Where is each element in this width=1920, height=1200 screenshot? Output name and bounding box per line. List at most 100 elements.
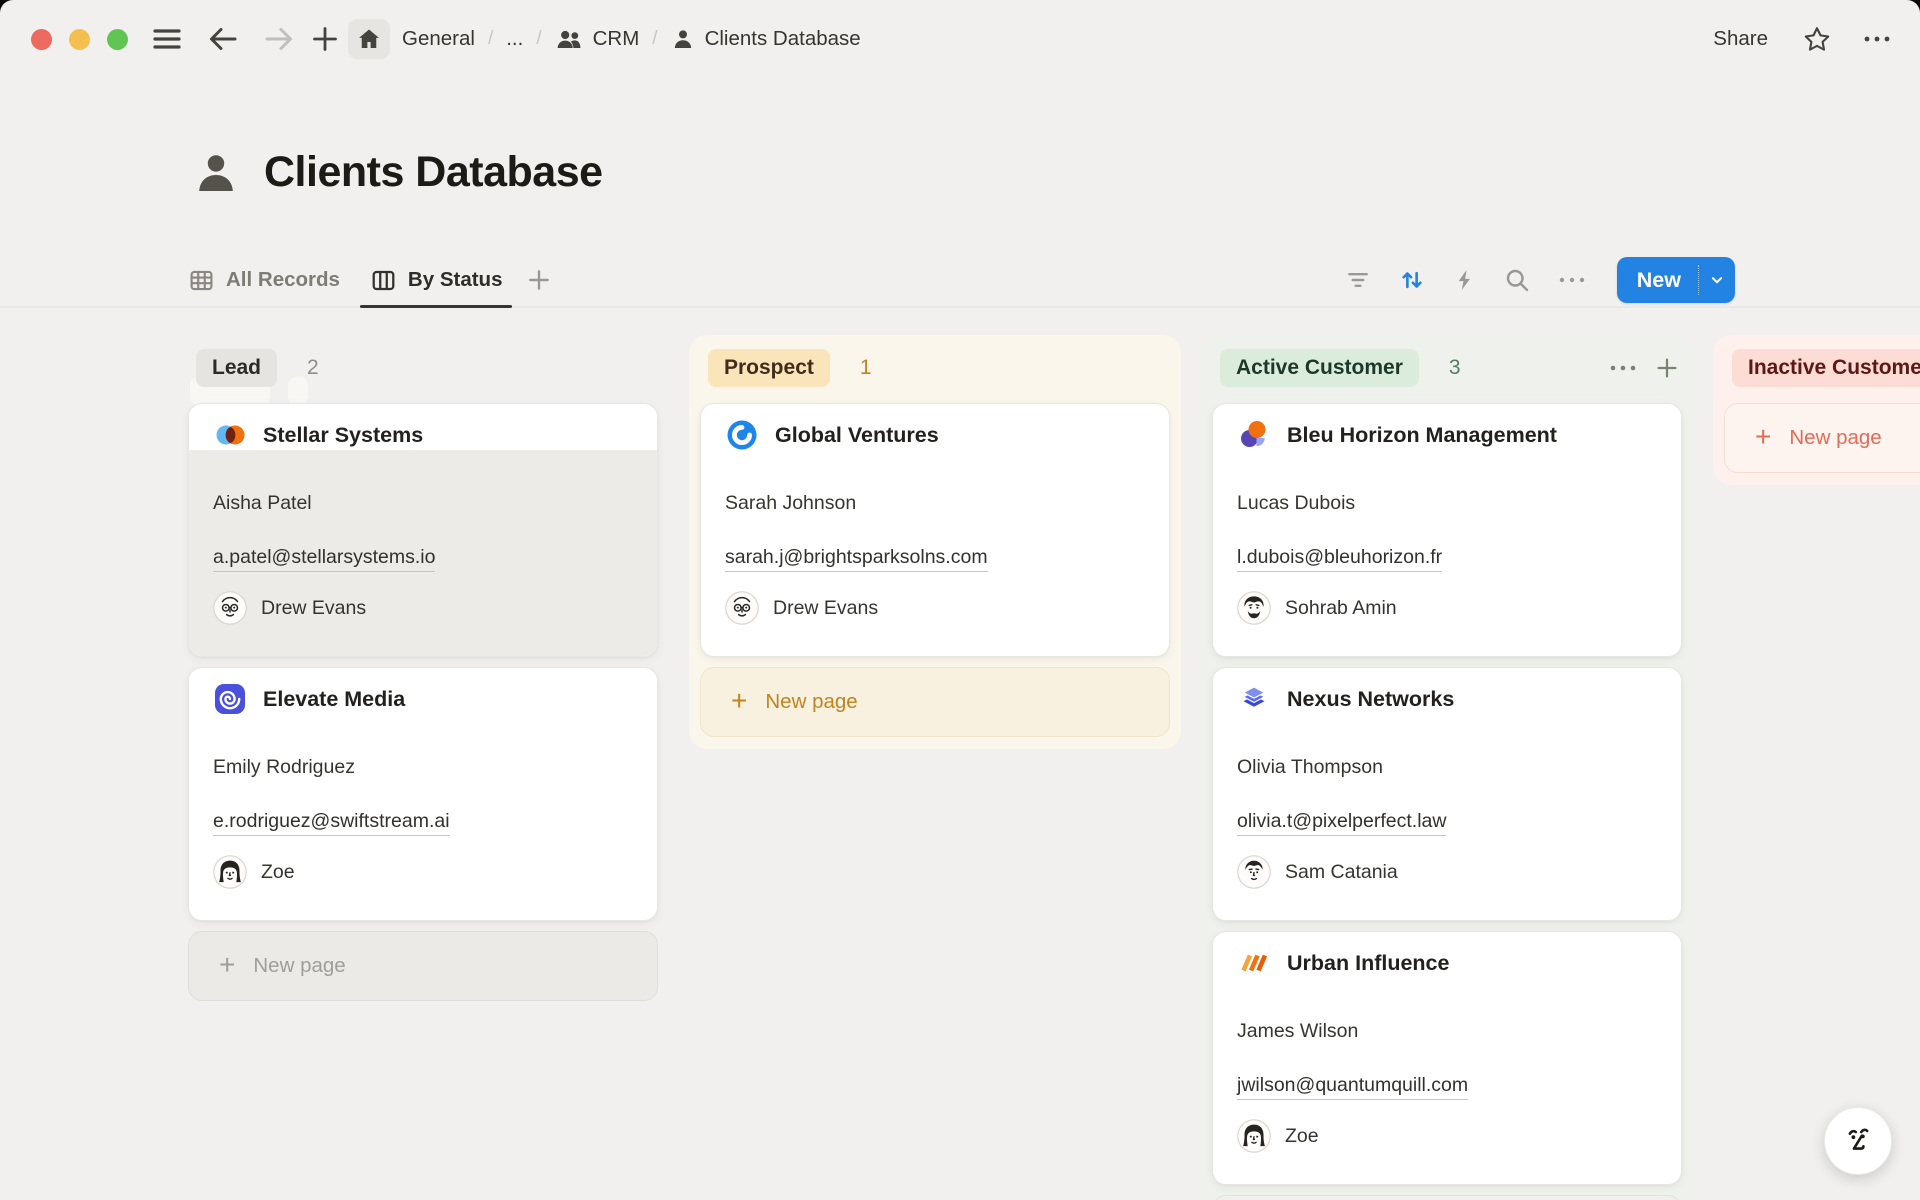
tab-label: By Status xyxy=(408,268,503,292)
view-settings-button[interactable] xyxy=(1556,266,1588,294)
spiral-square-icon xyxy=(213,682,247,716)
sam-catania-avatar xyxy=(1237,855,1271,889)
email-text[interactable]: sarah.j@brightsparksolns.com xyxy=(725,546,988,572)
minimize-window-button[interactable] xyxy=(69,29,90,50)
new-button-label: New xyxy=(1617,268,1698,293)
breadcrumb-label: Clients Database xyxy=(705,27,861,51)
zoom-window-button[interactable] xyxy=(107,29,128,50)
status-badge-prospect[interactable]: Prospect xyxy=(708,349,830,387)
new-button-dropdown[interactable] xyxy=(1698,265,1735,295)
add-view-button[interactable] xyxy=(526,267,552,293)
filter-icon xyxy=(1344,266,1372,294)
email-text[interactable]: a.patel@stellarsystems.io xyxy=(213,546,435,572)
kanban-board: Lead2 Stellar SystemsAisha Patela.patel@s… xyxy=(188,345,1920,1200)
column-header-lead: Lead2 xyxy=(188,345,658,391)
orb-duo-icon xyxy=(1237,418,1271,452)
card-bleu-horizon-management[interactable]: Bleu Horizon ManagementLucas Duboisl.dub… xyxy=(1212,403,1682,657)
notion-window: General / ... / CRM / xyxy=(0,0,1920,1200)
more-options-button[interactable] xyxy=(1860,24,1894,54)
card-urban-influence[interactable]: Urban InfluenceJames Wilsonjwilson@quant… xyxy=(1212,931,1682,1185)
breadcrumb-item-clients-database[interactable]: Clients Database xyxy=(671,27,861,51)
card-owner-name: Zoe xyxy=(261,861,295,884)
layer-stack-icon xyxy=(1237,682,1271,716)
status-badge-inactive-customer[interactable]: Inactive Customer xyxy=(1732,349,1920,387)
email-text[interactable]: olivia.t@pixelperfect.law xyxy=(1237,810,1446,836)
card-company-name: Urban Influence xyxy=(1287,951,1449,976)
close-window-button[interactable] xyxy=(31,29,52,50)
spiral-square-icon xyxy=(213,682,247,716)
home-icon xyxy=(356,26,382,52)
card-owner-row: Zoe xyxy=(1237,1116,1657,1156)
card-global-ventures[interactable]: Global VenturesSarah Johnsonsarah.j@brig… xyxy=(700,403,1170,657)
view-actions-toolbar: New xyxy=(1344,252,1735,308)
column-more-button[interactable] xyxy=(1606,351,1640,385)
new-page-button-prospect[interactable]: +New page xyxy=(700,667,1170,737)
automations-button[interactable] xyxy=(1452,266,1478,294)
sort-button[interactable] xyxy=(1397,265,1427,295)
star-icon xyxy=(1802,24,1832,54)
breadcrumb-separator: / xyxy=(652,28,657,50)
share-button[interactable]: Share xyxy=(1707,23,1774,55)
filter-button[interactable] xyxy=(1344,266,1372,294)
back-button[interactable] xyxy=(202,19,244,59)
tab-label: All Records xyxy=(226,268,340,292)
tab-by-status[interactable]: By Status xyxy=(358,252,515,308)
breadcrumb-item-ellipsis[interactable]: ... xyxy=(506,27,523,51)
card-owner-row: Drew Evans xyxy=(213,588,633,628)
card-elevate-media[interactable]: Elevate MediaEmily Rodrigueze.rodriguez@… xyxy=(188,667,658,921)
board-column-prospect: Prospect 1 Global VenturesSarah Johnsonsar… xyxy=(700,345,1170,737)
new-page-button-active-customer[interactable]: +New page xyxy=(1212,1195,1682,1200)
column-count: 1 xyxy=(860,356,872,380)
column-more-icon xyxy=(1606,351,1640,385)
column-actions xyxy=(1606,351,1682,385)
new-page-button-inactive-customer[interactable]: + New page xyxy=(1724,403,1920,473)
sort-arrows-icon xyxy=(1397,265,1427,295)
card-owner-row: Zoe xyxy=(213,852,633,892)
email-text[interactable]: e.rodriguez@swiftstream.ai xyxy=(213,810,450,836)
status-badge-active-customer[interactable]: Active Customer xyxy=(1220,349,1419,387)
breadcrumb: General / ... / CRM / xyxy=(402,0,861,78)
person-icon xyxy=(192,149,240,197)
column-header-inactive-customer: Inactive Customer xyxy=(1724,345,1920,391)
window-controls xyxy=(31,29,128,50)
forward-button[interactable] xyxy=(258,19,300,59)
email-text[interactable]: jwilson@quantumquill.com xyxy=(1237,1074,1468,1100)
zoe-avatar xyxy=(1237,1119,1271,1153)
lightning-icon xyxy=(1452,266,1478,294)
plus-icon: + xyxy=(1755,423,1771,451)
status-badge-lead[interactable]: Lead xyxy=(196,349,277,387)
new-tab-button[interactable] xyxy=(304,19,346,59)
search-button[interactable] xyxy=(1503,266,1531,294)
card-nexus-networks[interactable]: Nexus NetworksOlivia Thompsonolivia.t@pi… xyxy=(1212,667,1682,921)
notion-ai-button[interactable] xyxy=(1824,1107,1892,1175)
orb-duo-icon xyxy=(1237,418,1271,452)
breadcrumb-item-crm[interactable]: CRM xyxy=(555,27,640,51)
card-email-link: sarah.j@brightsparksolns.com xyxy=(725,544,1145,570)
card-company-row: Elevate Media xyxy=(213,678,633,720)
new-page-label: New page xyxy=(765,690,857,714)
card-owner-row: Sam Catania xyxy=(1237,852,1657,892)
new-record-button[interactable]: New xyxy=(1617,257,1735,303)
sohrab-amin-avatar xyxy=(1237,591,1271,625)
column-header-prospect: Prospect 1 xyxy=(700,345,1170,391)
back-arrow-icon xyxy=(208,25,238,53)
breadcrumb-item-general[interactable]: General xyxy=(402,27,475,51)
card-contact-name: Lucas Dubois xyxy=(1237,490,1657,516)
email-text[interactable]: l.dubois@bleuhorizon.fr xyxy=(1237,546,1442,572)
tab-all-records[interactable]: All Records xyxy=(176,252,352,308)
card-owner-name: Drew Evans xyxy=(773,597,878,620)
new-page-label: New page xyxy=(253,954,345,978)
layer-stack-icon xyxy=(1237,682,1271,716)
home-button[interactable] xyxy=(348,19,390,59)
new-page-button-lead[interactable]: +New page xyxy=(188,931,658,1001)
view-tabs: All Records By Status xyxy=(176,252,552,308)
column-add-card-button[interactable] xyxy=(1652,353,1682,383)
card-company-row: Global Ventures xyxy=(725,414,1145,456)
diagonal-stripes-icon xyxy=(1237,946,1271,980)
sidebar-toggle-button[interactable] xyxy=(146,19,188,59)
favorite-star-button[interactable] xyxy=(1802,24,1832,54)
card-stellar-systems[interactable]: Stellar SystemsAisha Patela.patel@stella… xyxy=(188,403,658,657)
card-company-row: Urban Influence xyxy=(1237,942,1657,984)
card-owner-name: Drew Evans xyxy=(261,597,366,620)
new-page-label: New page xyxy=(1789,426,1881,450)
